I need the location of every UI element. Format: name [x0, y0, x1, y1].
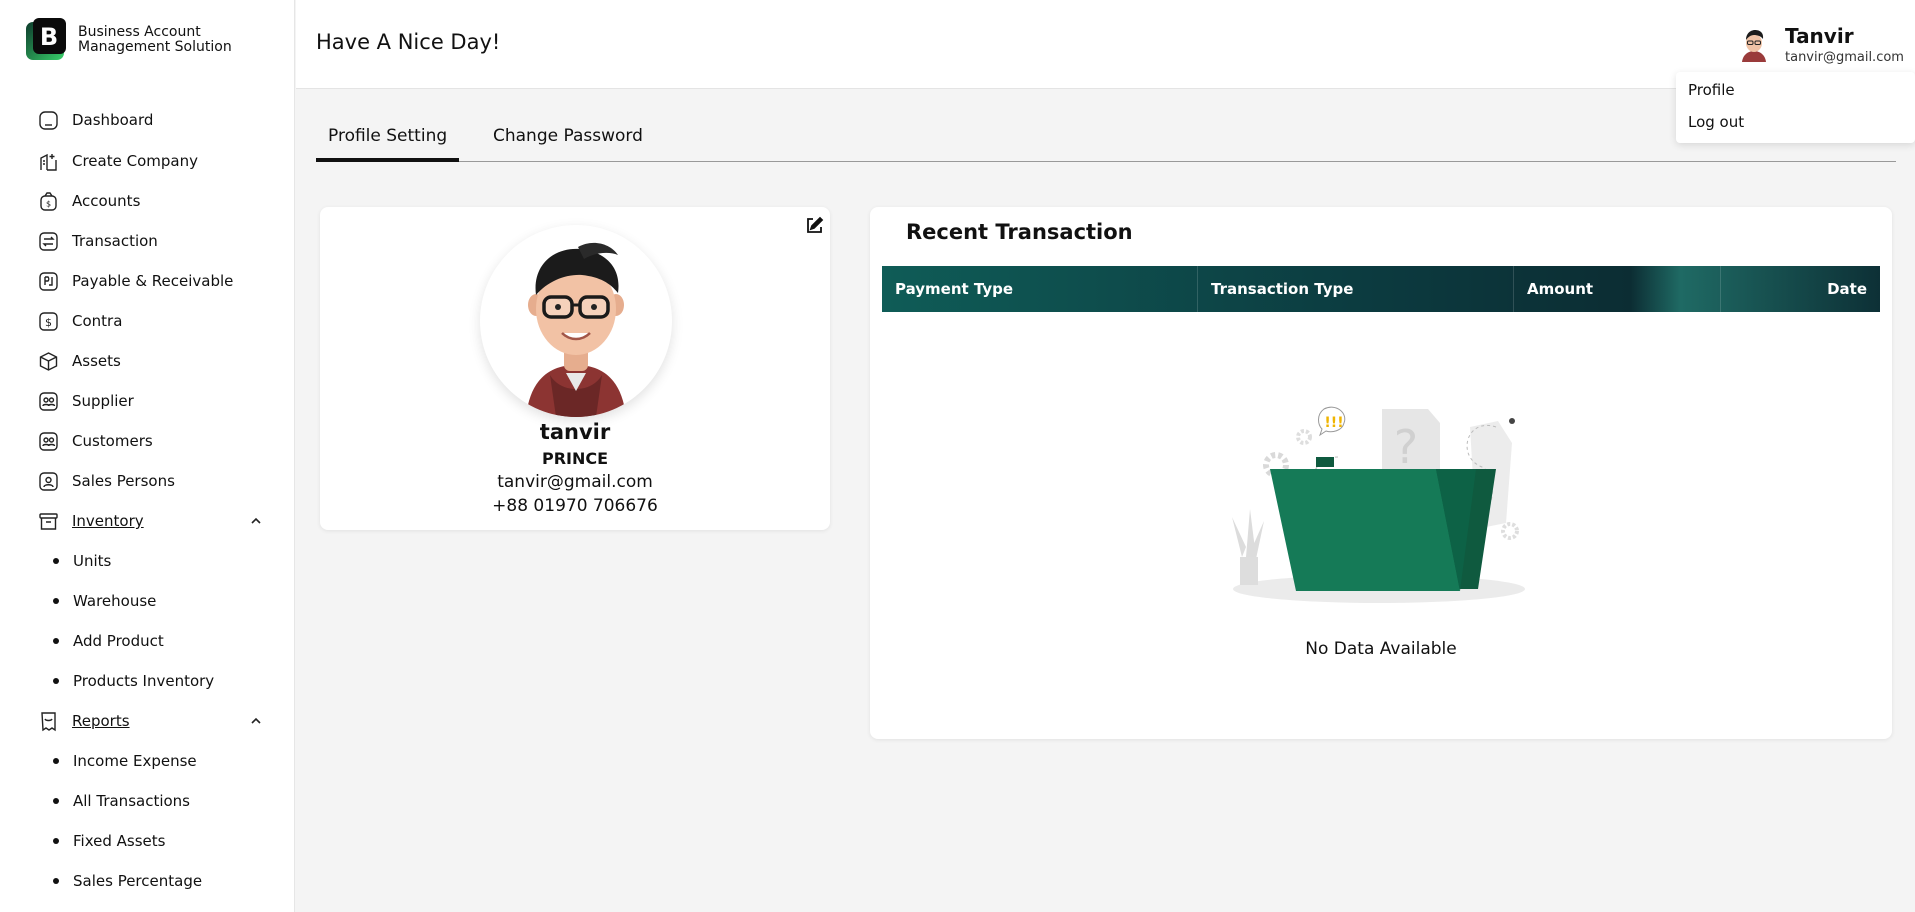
bullet-icon — [53, 598, 59, 604]
home-icon — [38, 110, 59, 131]
sidebar-item-label: Transaction — [72, 232, 158, 250]
dollar-icon: $ — [38, 311, 59, 332]
sidebar-subitem-label: Add Product — [73, 632, 164, 650]
sidebar-item-label: Sales Persons — [72, 472, 175, 490]
svg-text:!!!: !!! — [1324, 415, 1343, 431]
sidebar-subitem-sales-percentage[interactable]: Sales Percentage — [53, 869, 202, 893]
sidebar-group-label: Inventory — [72, 512, 144, 530]
sidebar: B Business Account Management Solution D… — [0, 0, 295, 912]
sidebar-subitem-add-product[interactable]: Add Product — [53, 629, 164, 653]
tab-bar: Profile Setting Change Password — [316, 116, 1896, 162]
brand-line-2: Management Solution — [78, 39, 232, 55]
sidebar-subitem-label: Products Inventory — [73, 672, 215, 690]
sidebar-subitem-all-transactions[interactable]: All Transactions — [53, 789, 190, 813]
bullet-icon — [53, 758, 59, 764]
sidebar-item-label: Assets — [72, 352, 121, 370]
users-icon — [38, 391, 59, 412]
chevron-up-icon[interactable] — [248, 713, 264, 729]
chevron-up-icon[interactable] — [248, 513, 264, 529]
sidebar-item-accounts[interactable]: $ Accounts — [38, 189, 140, 213]
brand[interactable]: B Business Account Management Solution — [24, 18, 232, 62]
sidebar-subitem-label: All Transactions — [73, 792, 190, 810]
brand-name: Business Account Management Solution — [78, 25, 232, 55]
sidebar-item-contra[interactable]: $ Contra — [38, 309, 122, 333]
sidebar-item-create-company[interactable]: Create Company — [38, 149, 198, 173]
sidebar-item-label: Dashboard — [72, 111, 154, 129]
edit-icon[interactable] — [805, 216, 824, 235]
empty-state-text: No Data Available — [1305, 639, 1457, 659]
bullet-icon — [53, 678, 59, 684]
tab-profile-setting[interactable]: Profile Setting — [316, 122, 460, 162]
sidebar-subitem-fixed-assets[interactable]: Fixed Assets — [53, 829, 165, 853]
user-avatar[interactable] — [1737, 26, 1771, 62]
svg-text:$: $ — [46, 199, 51, 208]
profile-card: tanvir PRINCE tanvir@gmail.com +88 01970… — [320, 207, 830, 530]
users-icon — [38, 431, 59, 452]
sidebar-item-label: Payable & Receivable — [72, 272, 234, 290]
sidebar-item-supplier[interactable]: Supplier — [38, 389, 134, 413]
brand-logo-icon: B — [26, 18, 66, 60]
profile-phone: +88 01970 706676 — [492, 496, 658, 516]
table-header: Payment Type Transaction Type Amount Dat… — [882, 266, 1880, 312]
archive-icon — [38, 511, 59, 532]
profile-avatar — [480, 225, 672, 417]
sidebar-subitem-units[interactable]: Units — [53, 549, 111, 573]
svg-text:$: $ — [45, 316, 52, 329]
sidebar-item-customers[interactable]: Customers — [38, 429, 153, 453]
sidebar-item-label: Contra — [72, 312, 123, 330]
bullet-icon — [53, 558, 59, 564]
avatar-illustration — [526, 242, 626, 417]
payable-icon — [38, 271, 59, 292]
profile-email: tanvir@gmail.com — [497, 472, 653, 492]
building-plus-icon — [38, 151, 59, 172]
sidebar-group-inventory[interactable]: Inventory — [38, 509, 144, 533]
sidebar-item-dashboard[interactable]: Dashboard — [38, 108, 153, 132]
sidebar-group-reports[interactable]: Reports — [38, 709, 130, 733]
sidebar-item-transaction[interactable]: Transaction — [38, 229, 158, 253]
sidebar-item-label: Create Company — [72, 152, 198, 170]
empty-folder-illustration: ? !!! — [1232, 406, 1525, 603]
recent-transaction-card: Recent Transaction Payment Type Transact… — [870, 207, 1892, 739]
sidebar-subitem-label: Sales Percentage — [73, 872, 203, 890]
sidebar-item-label: Supplier — [72, 392, 134, 410]
recent-transaction-title: Recent Transaction — [906, 220, 1133, 244]
tab-change-password[interactable]: Change Password — [481, 122, 655, 162]
column-header-transaction-type[interactable]: Transaction Type — [1198, 266, 1514, 312]
sidebar-subitem-label: Warehouse — [73, 592, 157, 610]
brand-line-1: Business Account — [78, 24, 201, 40]
profile-name: tanvir — [539, 420, 611, 444]
bullet-icon — [53, 798, 59, 804]
column-header-payment-type[interactable]: Payment Type — [882, 266, 1198, 312]
top-header: Have A Nice Day! Tanvir tanvir@gmail.com — [296, 0, 1915, 89]
sidebar-item-label: Accounts — [72, 192, 141, 210]
bullet-icon — [53, 638, 59, 644]
svg-text:B: B — [40, 23, 58, 51]
user-badge-icon — [38, 471, 59, 492]
sidebar-subitem-income-expense[interactable]: Income Expense — [53, 749, 197, 773]
sidebar-item-label: Customers — [72, 432, 153, 450]
sidebar-subitem-products-inventory[interactable]: Products Inventory — [53, 669, 214, 693]
sidebar-subitem-label: Units — [73, 552, 112, 570]
sidebar-item-payable-receivable[interactable]: Payable & Receivable — [38, 269, 233, 293]
bullet-icon — [53, 838, 59, 844]
cube-icon — [38, 351, 59, 372]
sidebar-group-label: Reports — [72, 712, 130, 730]
greeting: Have A Nice Day! — [316, 30, 501, 54]
profile-role: PRINCE — [541, 449, 609, 468]
sidebar-item-sales-persons[interactable]: Sales Persons — [38, 469, 175, 493]
exchange-icon — [38, 231, 59, 252]
column-header-amount[interactable]: Amount — [1514, 266, 1721, 312]
sidebar-subitem-warehouse[interactable]: Warehouse — [53, 589, 156, 613]
sidebar-subitem-label: Fixed Assets — [73, 832, 166, 850]
money-bag-icon: $ — [38, 191, 59, 212]
user-name[interactable]: Tanvir — [1785, 24, 1854, 48]
user-email: tanvir@gmail.com — [1785, 50, 1904, 65]
sidebar-item-assets[interactable]: Assets — [38, 349, 121, 373]
column-header-date[interactable]: Date — [1721, 266, 1880, 312]
sidebar-subitem-label: Income Expense — [73, 752, 197, 770]
svg-text:?: ? — [1394, 420, 1418, 474]
menu-item-profile[interactable]: Profile — [1688, 81, 1735, 99]
bullet-icon — [53, 878, 59, 884]
receipt-icon — [38, 711, 59, 732]
